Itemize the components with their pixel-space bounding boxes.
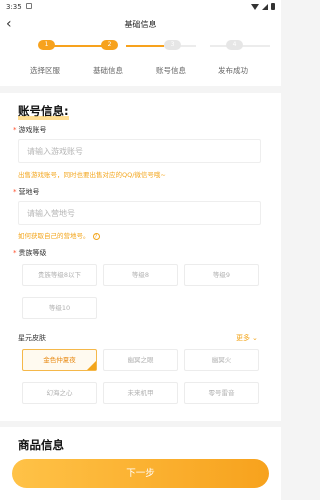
selected-corner-icon [87, 361, 96, 370]
step-3-label: 账号信息 [156, 66, 186, 75]
skin-option[interactable]: 幽冥火 [184, 349, 259, 371]
section-title: 账号信息: [18, 103, 69, 120]
next-step-button[interactable]: 下一步 [12, 459, 269, 488]
noble-option[interactable]: 等级8 [103, 264, 178, 286]
step-2-number: 2 [101, 40, 118, 50]
status-time: 3:35 [6, 3, 22, 11]
game-account-input[interactable]: 请输入游戏账号 [18, 139, 261, 163]
skin-option[interactable]: 未来机甲 [103, 382, 178, 404]
step-connector [126, 45, 164, 47]
more-label: 更多 [236, 334, 250, 342]
notification-icon [26, 3, 32, 9]
account-info-card: 账号信息: * 游戏账号 请输入游戏账号 出售游戏账号，同时也要出售对应的QQ/微… [0, 93, 281, 421]
question-icon: ? [92, 232, 100, 240]
camp-hint[interactable]: 如何获取自己的营地号。? [18, 230, 100, 240]
camp-input[interactable]: 请输入营地号 [18, 201, 261, 225]
signal-icon [262, 3, 268, 10]
product-info-title: 商品信息 [18, 438, 64, 452]
game-account-label: * 游戏账号 [13, 126, 47, 134]
page-title: 基础信息 [124, 20, 157, 29]
step-4-number: 4 [226, 40, 243, 50]
noble-label-text: 贵族等级 [18, 249, 47, 257]
skin-option[interactable]: 零号雷音 [184, 382, 259, 404]
step-1-number: 1 [38, 40, 55, 50]
step-2-label: 基础信息 [93, 66, 123, 75]
nav-bar: ‹ 基础信息 [0, 14, 281, 36]
skin-option[interactable]: 幻海之心 [22, 382, 97, 404]
more-skins-link[interactable]: 更多 ⌄ [236, 333, 258, 343]
game-account-label-text: 游戏账号 [18, 126, 47, 134]
progress-steps: 1 2 3 4 选择区服 基础信息 账号信息 发布成功 [0, 36, 281, 86]
step-4-label: 发布成功 [218, 66, 248, 75]
battery-icon [271, 3, 275, 10]
skin-option-text: 金色仲夏夜 [43, 356, 76, 364]
chevron-down-icon: ⌄ [252, 334, 258, 342]
noble-option[interactable]: 等级9 [184, 264, 259, 286]
step-3-number: 3 [164, 40, 181, 50]
skin-label: 星元皮肤 [18, 334, 46, 342]
skin-option[interactable]: 幽冥之眼 [103, 349, 178, 371]
step-1-label: 选择区服 [30, 66, 60, 75]
status-bar: 3:35 [0, 0, 281, 14]
camp-hint-text: 如何获取自己的营地号。 [18, 232, 90, 240]
wifi-icon [251, 3, 259, 10]
status-icons [251, 3, 275, 10]
skin-option-selected[interactable]: 金色仲夏夜 [22, 349, 97, 371]
camp-label-text: 营地号 [18, 188, 40, 196]
noble-label: * 贵族等级 [13, 249, 47, 257]
title-underline [18, 116, 69, 120]
game-account-hint: 出售游戏账号，同时也要出售对应的QQ/微信号哦~ [18, 171, 166, 179]
noble-option[interactable]: 等级10 [22, 297, 97, 319]
camp-label: * 营地号 [13, 188, 40, 196]
noble-option[interactable]: 贵族等级8以下 [22, 264, 97, 286]
